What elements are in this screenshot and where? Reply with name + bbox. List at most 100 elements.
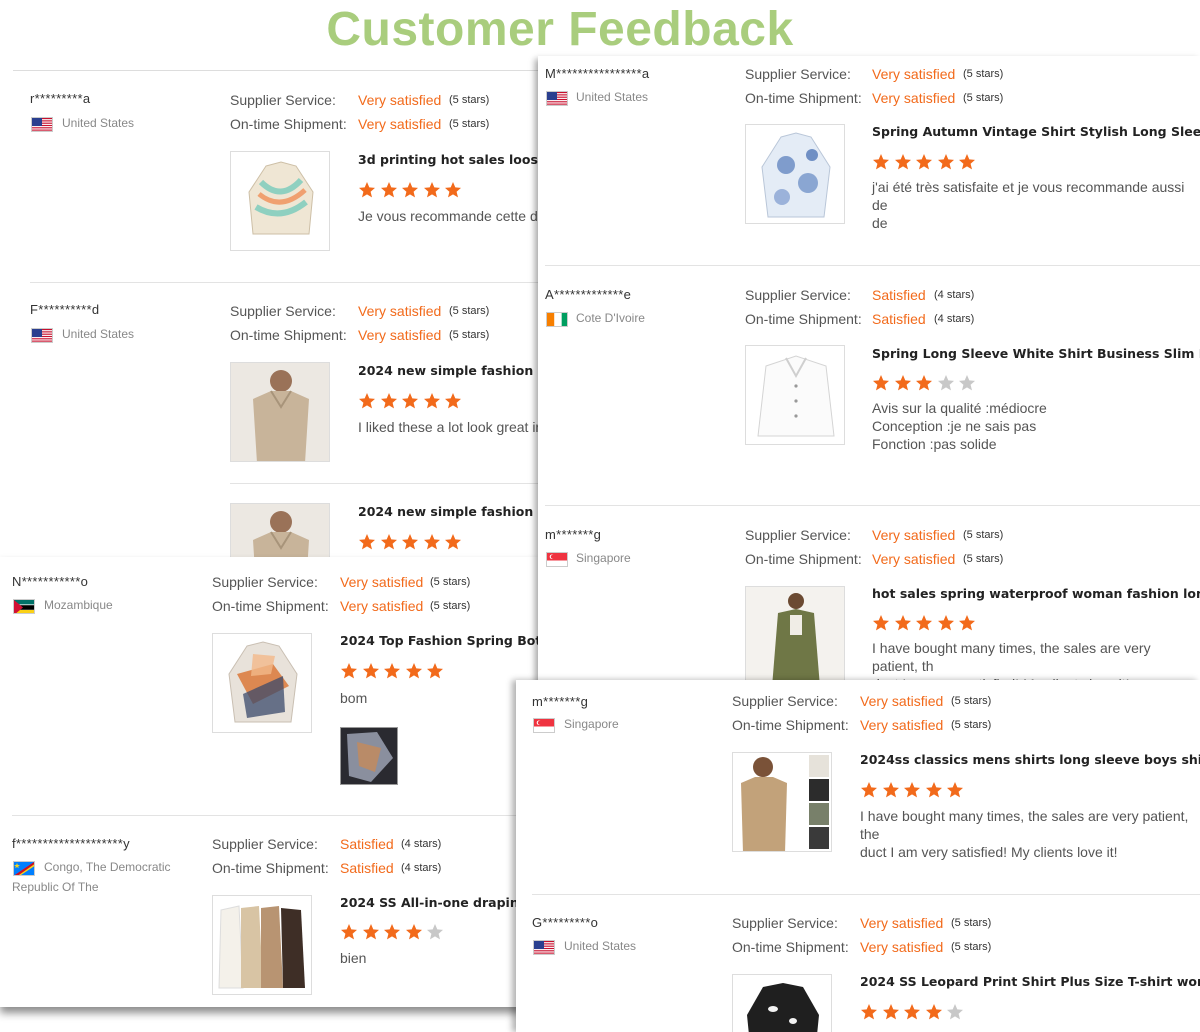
product-title[interactable]: Spring Autumn Vintage Shirt Stylish Long… [872,124,1200,139]
star-empty-icon [427,924,443,940]
star-filled-icon [882,1004,899,1020]
review-card: F**********d United States Supplier Serv… [13,282,573,482]
supplier-service-label: Supplier Service: [732,693,838,709]
star-filled-icon [894,375,911,391]
star-filled-icon [362,924,379,940]
rating-stars [358,181,466,201]
review-card: m*******g Singapore Supplier Service: Ve… [538,506,1200,686]
star-filled-icon [916,615,932,631]
product-thumbnail[interactable] [732,974,832,1032]
supplier-service-label: Supplier Service: [745,66,851,82]
ontime-shipment-stars: (5 stars) [963,92,1004,104]
star-filled-icon [937,154,954,170]
ontime-shipment-rating: Very satisfied [358,116,442,132]
supplier-service-rating: Very satisfied [358,92,442,108]
star-filled-icon [445,182,461,198]
product-thumbnail[interactable] [230,151,330,251]
star-filled-icon [359,534,375,550]
ontime-shipment-label: On-time Shipment: [745,311,862,327]
reviewer-name: F**********d [30,302,100,317]
supplier-service-rating: Very satisfied [340,574,424,590]
reviewer-country: United States [564,939,637,953]
ontime-shipment-rating: Very satisfied [358,327,442,343]
review-panel-1: r*********a United States Supplier Servi… [13,70,573,570]
star-empty-icon [937,375,954,391]
ontime-shipment-label: On-time Shipment: [212,860,329,876]
star-filled-icon [882,782,899,798]
star-filled-icon [873,154,889,170]
supplier-service-label: Supplier Service: [745,527,851,543]
reviewer-name: M****************a [545,66,650,81]
product-title[interactable]: hot sales spring waterproof woman fashio… [872,586,1200,601]
ontime-shipment-stars: (5 stars) [430,600,471,612]
review-panel-4: m*******g Singapore Supplier Service: Ve… [516,680,1200,1032]
ontime-shipment-rating: Very satisfied [340,598,424,614]
product-title[interactable]: 2024 new simple fashion 1pc [358,363,563,378]
product-thumbnail[interactable] [212,633,312,733]
reviewer-country: Singapore [564,717,619,731]
reviewer-country: Cote D'Ivoire [576,311,645,325]
star-filled-icon [405,663,422,679]
ontime-shipment-label: On-time Shipment: [732,939,849,955]
product-title[interactable]: 2024 new simple fashion 1pc [358,504,563,519]
mz-flag-icon [13,599,35,614]
star-filled-icon [904,782,920,798]
product-title[interactable]: 2024 SS Leopard Print Shirt Plus Size T-… [860,974,1200,989]
review-card: N***********o Mozambique Supplier Servic… [0,557,540,815]
ontime-shipment-label: On-time Shipment: [745,90,862,106]
product-thumbnail[interactable] [732,752,832,852]
star-filled-icon [380,182,397,198]
star-filled-icon [873,375,889,391]
product-thumbnail[interactable] [745,345,845,445]
review-card: M****************a United States Supplie… [538,56,1200,266]
ontime-shipment-rating: Very satisfied [872,90,956,106]
supplier-service-rating: Very satisfied [872,527,956,543]
product-title[interactable]: 2024 SS All-in-one draping sh [340,895,540,910]
us-flag-icon [31,117,53,132]
star-filled-icon [341,924,357,940]
star-filled-icon [873,615,889,631]
reviewer-name: m*******g [532,694,589,709]
star-filled-icon [402,393,418,409]
star-filled-icon [384,924,400,940]
ontime-shipment-label: On-time Shipment: [732,717,849,733]
star-filled-icon [362,663,379,679]
star-filled-icon [959,615,975,631]
star-filled-icon [427,663,443,679]
product-title[interactable]: Spring Long Sleeve White Shirt Business … [872,346,1200,361]
reviewer-country: United States [576,90,649,104]
supplier-service-label: Supplier Service: [212,836,318,852]
star-filled-icon [937,615,954,631]
product-thumbnail[interactable] [745,124,845,224]
product-thumbnail[interactable] [230,362,330,462]
review-comment: Je vous recommande cette da [358,208,546,224]
product-thumbnail[interactable] [745,586,845,686]
review-comment: bom [340,690,368,706]
rating-stars [358,533,466,553]
product-title[interactable]: 2024 Top Fashion Spring Botton [340,633,540,648]
ontime-shipment-stars: (5 stars) [951,719,992,731]
ontime-shipment-rating: Satisfied [340,860,394,876]
star-filled-icon [925,1004,942,1020]
rating-stars [872,153,980,173]
reviewer-country: Congo, The Democratic [44,860,171,874]
ontime-shipment-stars: (4 stars) [401,862,442,874]
us-flag-icon [546,91,568,106]
supplier-service-rating: Satisfied [340,836,394,852]
product-thumbnail[interactable] [212,895,312,995]
rating-stars [860,1003,968,1023]
sg-flag-icon [546,552,568,567]
star-filled-icon [904,1004,920,1020]
reviewer-country: United States [62,327,135,341]
star-filled-icon [384,663,400,679]
sg-flag-icon [533,718,555,733]
star-filled-icon [402,534,418,550]
ontime-shipment-rating: Very satisfied [860,717,944,733]
review-comment: I have bought many times, the sales are … [860,808,1189,860]
product-title[interactable]: 2024ss classics mens shirts long sleeve … [860,752,1200,767]
review-photo[interactable] [340,727,398,785]
reviewer-country: Singapore [576,551,631,565]
star-filled-icon [861,782,877,798]
supplier-service-rating: Very satisfied [860,915,944,931]
reviewer-country: United States [62,116,135,130]
